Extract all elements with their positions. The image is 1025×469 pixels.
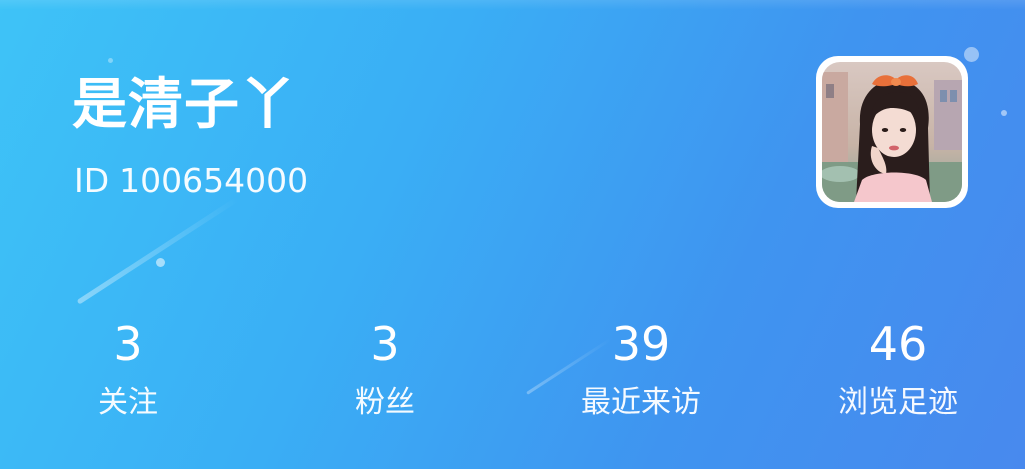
stat-label: 关注 [98, 385, 158, 420]
decorative-dot [964, 47, 979, 62]
stat-count: 39 [611, 317, 671, 371]
avatar[interactable] [816, 56, 968, 208]
stat-count: 46 [868, 317, 928, 371]
decorative-dot [156, 258, 165, 267]
decorative-dot [108, 58, 113, 63]
user-id: ID 100654000 [74, 158, 308, 204]
stats-bar: 3 关注 3 粉丝 39 最近来访 46 浏览足迹 [0, 315, 1025, 435]
user-id-prefix: ID [74, 161, 110, 200]
profile-header-card: 是清子丫 ID 100654000 3 关注 3 粉丝 39 最近来访 46 浏… [0, 0, 1025, 469]
stat-count: 3 [370, 317, 400, 371]
stat-browsing-history[interactable]: 46 浏览足迹 [788, 315, 1008, 423]
stat-label: 浏览足迹 [838, 385, 958, 420]
avatar-image [822, 62, 962, 202]
stat-count: 3 [113, 317, 143, 371]
stat-recent-visitors[interactable]: 39 最近来访 [531, 315, 751, 423]
decorative-dot [1001, 110, 1007, 116]
decorative-light-streak [76, 196, 239, 305]
stat-label: 粉丝 [355, 385, 415, 420]
stat-label: 最近来访 [581, 385, 701, 420]
stat-followers[interactable]: 3 粉丝 [275, 315, 495, 423]
user-id-number: 100654000 [119, 161, 309, 200]
stat-following[interactable]: 3 关注 [18, 315, 238, 423]
username: 是清子丫 [72, 72, 297, 136]
